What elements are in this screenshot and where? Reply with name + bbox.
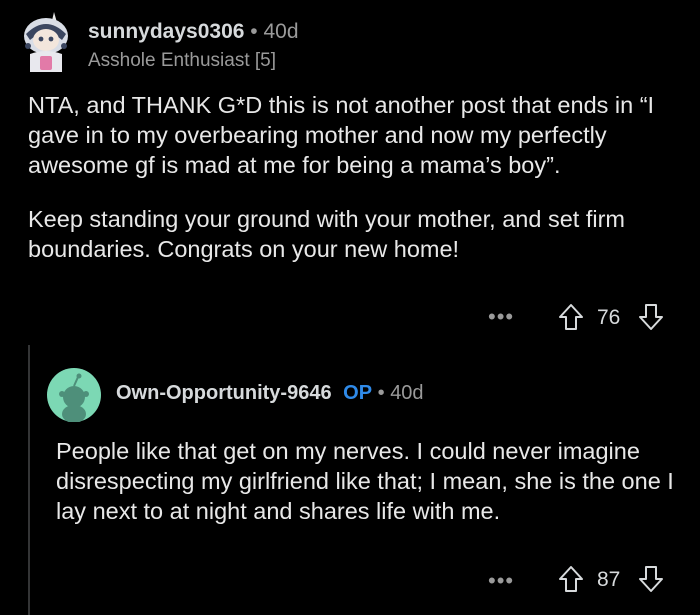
thread-line[interactable] (28, 345, 30, 615)
downvote-arrow-icon[interactable] (638, 303, 664, 331)
more-options-button[interactable]: ••• (488, 568, 514, 594)
comment-header: sunnydays0306 • 40d (88, 20, 299, 44)
default-snoo-avatar-icon (47, 368, 101, 423)
comment-body: NTA, and THANK G*D this is not another p… (28, 90, 678, 288)
user-avatar[interactable] (47, 368, 101, 423)
more-options-button[interactable]: ••• (488, 304, 514, 330)
comment-header: Own-Opportunity-9646 OP • 40d (116, 382, 424, 405)
comment-paragraph: NTA, and THANK G*D this is not another p… (28, 92, 655, 178)
comment-paragraph: People like that get on my nerves. I cou… (56, 438, 674, 524)
upvote-arrow-icon[interactable] (558, 303, 584, 331)
comment-paragraph: Keep standing your ground with your moth… (28, 206, 625, 262)
comment-age: 40d (390, 382, 424, 404)
user-flair: Asshole Enthusiast [5] (88, 50, 276, 71)
meta-separator: • (250, 20, 258, 43)
op-badge: OP (343, 382, 373, 404)
downvote-arrow-icon[interactable] (638, 565, 664, 593)
comment-body: People like that get on my nerves. I cou… (56, 436, 676, 526)
upvote-arrow-icon[interactable] (558, 565, 584, 593)
comment-age: 40d (263, 20, 299, 43)
meta-separator: • (377, 382, 385, 404)
user-avatar[interactable] (18, 10, 74, 76)
username-link[interactable]: Own-Opportunity-9646 (116, 382, 332, 404)
vote-score: 87 (597, 568, 621, 591)
vote-score: 76 (597, 306, 621, 329)
comment-actions: ••• 76 (0, 302, 700, 332)
username-link[interactable]: sunnydays0306 (88, 20, 244, 43)
avatar-icon (24, 12, 68, 72)
